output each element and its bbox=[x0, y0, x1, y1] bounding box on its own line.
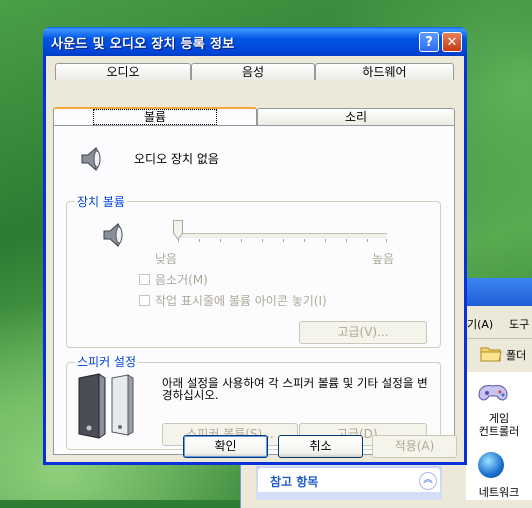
game-controller-label-text: 게임 컨트롤러 bbox=[478, 412, 520, 438]
device-name: 오디오 장치 없음 bbox=[134, 152, 219, 166]
mute-checkbox[interactable] bbox=[139, 274, 150, 285]
slider-tick bbox=[178, 239, 179, 242]
slider-tick bbox=[283, 239, 284, 242]
volume-low-label: 낮음 bbox=[155, 252, 178, 266]
background-menu-item-tools[interactable]: 도구 bbox=[509, 316, 529, 332]
volume-high-label: 높음 bbox=[372, 252, 395, 266]
speaker-settings-description: 아래 설정을 사용하여 각 스피커 볼륨 및 기타 설정을 변경하십시오. bbox=[162, 376, 428, 402]
tab-volume[interactable]: 볼륨 bbox=[53, 107, 257, 125]
game-controller-label[interactable]: 게임 컨트롤러 bbox=[466, 412, 532, 438]
ok-label: 확인 bbox=[214, 439, 237, 453]
dialog-client-area: 오디오 음성 하드웨어 볼륨 소리 오디오 장치 없음 장치 볼륨 낮음 높음 … bbox=[46, 56, 464, 462]
speaker-icon bbox=[81, 146, 101, 172]
game-controller-icon[interactable] bbox=[476, 380, 510, 408]
slider-tick bbox=[325, 239, 326, 242]
cancel-button[interactable]: 취소 bbox=[278, 435, 363, 458]
volume-advanced-button[interactable]: 고급(V)... bbox=[299, 321, 427, 344]
device-volume-title: 장치 볼륨 bbox=[75, 193, 127, 210]
mute-label[interactable]: 음소거(M) bbox=[155, 271, 208, 288]
volume-tab-panel: 오디오 장치 없음 장치 볼륨 낮음 높음 음소거(M) 작업 표시줄에 볼륨 … bbox=[53, 125, 455, 455]
tab-hardware-label: 하드웨어 bbox=[362, 65, 407, 79]
tab-volume-label: 볼륨 bbox=[92, 109, 218, 125]
speakers-icon bbox=[78, 373, 134, 439]
close-button[interactable]: ✕ bbox=[442, 32, 462, 52]
folder-icon[interactable] bbox=[480, 344, 502, 362]
dialog-title: 사운드 및 오디오 장치 등록 정보 bbox=[51, 37, 235, 52]
network-icon[interactable] bbox=[478, 452, 504, 478]
volume-speaker-icon bbox=[103, 222, 123, 248]
tab-sounds-label: 소리 bbox=[344, 110, 368, 124]
network-label[interactable]: 네트워크 bbox=[466, 484, 532, 500]
tab-voice-label: 음성 bbox=[241, 65, 265, 79]
slider-tick bbox=[220, 239, 221, 242]
slider-tick bbox=[386, 239, 387, 242]
volume-slider-track[interactable] bbox=[177, 233, 387, 238]
tab-voice[interactable]: 음성 bbox=[191, 63, 315, 80]
slider-tick bbox=[241, 239, 242, 242]
dialog-titlebar[interactable]: 사운드 및 오디오 장치 등록 정보 ? ✕ bbox=[43, 27, 467, 56]
tab-hardware[interactable]: 하드웨어 bbox=[315, 63, 454, 80]
sound-properties-dialog: 사운드 및 오디오 장치 등록 정보 ? ✕ 오디오 음성 하드웨어 볼륨 소리… bbox=[43, 27, 467, 465]
background-menu-item-help[interactable]: 기(A) bbox=[467, 316, 493, 332]
slider-tick bbox=[199, 239, 200, 242]
tab-sounds[interactable]: 소리 bbox=[257, 108, 455, 125]
apply-button[interactable]: 적용(A) bbox=[372, 435, 457, 458]
folders-button-label[interactable]: 폴더 bbox=[506, 347, 526, 363]
slider-tick bbox=[304, 239, 305, 242]
see-also-panel-title[interactable]: 참고 항목 bbox=[270, 473, 318, 490]
help-button[interactable]: ? bbox=[419, 32, 439, 52]
tab-audio-label: 오디오 bbox=[106, 65, 140, 79]
collapse-chevron-icon[interactable]: ︽ bbox=[419, 472, 437, 490]
ok-button[interactable]: 확인 bbox=[183, 435, 268, 458]
apply-label: 적용(A) bbox=[394, 439, 435, 453]
volume-advanced-label: 고급(V)... bbox=[337, 325, 389, 339]
slider-tick bbox=[262, 239, 263, 242]
volume-slider-thumb[interactable] bbox=[173, 220, 183, 240]
tab-audio[interactable]: 오디오 bbox=[55, 63, 191, 80]
cancel-label: 취소 bbox=[309, 439, 332, 453]
speaker-settings-title: 스피커 설정 bbox=[75, 353, 139, 370]
tray-icon-label[interactable]: 작업 표시줄에 볼륨 아이콘 놓기(I) bbox=[155, 292, 327, 309]
slider-tick bbox=[367, 239, 368, 242]
slider-tick bbox=[346, 239, 347, 242]
tray-icon-checkbox[interactable] bbox=[139, 295, 150, 306]
